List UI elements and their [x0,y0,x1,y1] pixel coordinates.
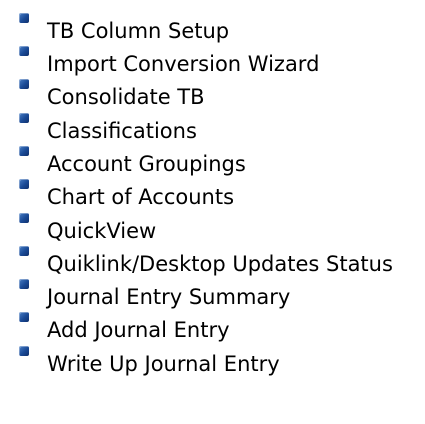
menu-item-chart-of-accounts[interactable]: Chart of Accounts [0,179,425,213]
menu-item-label: Add Journal Entry [47,318,230,342]
square-bullet-icon [19,246,29,256]
menu-item-journal-entry-summary[interactable]: Journal Entry Summary [0,279,425,313]
menu-item-quiklink-desktop-updates-status[interactable]: Quiklink/Desktop Updates Status [0,246,425,280]
square-bullet-icon [19,346,29,356]
square-bullet-icon [19,312,29,322]
menu-item-label: Quiklink/Desktop Updates Status [47,252,393,276]
menu-item-label: Import Conversion Wizard [47,52,320,76]
menu-item-label: Consolidate TB [47,85,205,109]
menu-item-label: Journal Entry Summary [47,285,291,309]
menu-item-classifications[interactable]: Classifications [0,113,425,147]
square-bullet-icon [19,79,29,89]
menu-item-add-journal-entry[interactable]: Add Journal Entry [0,312,425,346]
menu-item-tb-column-setup[interactable]: TB Column Setup [0,13,425,47]
menu-item-label: Write Up Journal Entry [47,352,280,376]
square-bullet-icon [19,179,29,189]
square-bullet-icon [19,113,29,123]
menu-item-consolidate-tb[interactable]: Consolidate TB [0,79,425,113]
menu-item-label: QuickView [47,219,157,243]
menu-item-label: Chart of Accounts [47,185,235,209]
square-bullet-icon [19,279,29,289]
menu-item-quickview[interactable]: QuickView [0,213,425,247]
menu-item-account-groupings[interactable]: Account Groupings [0,146,425,180]
menu-item-label: Account Groupings [47,152,246,176]
menu-item-label: TB Column Setup [47,19,230,43]
menu-item-import-conversion-wizard[interactable]: Import Conversion Wizard [0,46,425,80]
square-bullet-icon [19,213,29,223]
menu-item-label: Classifications [47,119,197,143]
square-bullet-icon [19,46,29,56]
square-bullet-icon [19,13,29,23]
feature-list: TB Column Setup Import Conversion Wizard… [0,0,425,424]
menu-item-write-up-journal-entry[interactable]: Write Up Journal Entry [0,346,425,380]
square-bullet-icon [19,146,29,156]
